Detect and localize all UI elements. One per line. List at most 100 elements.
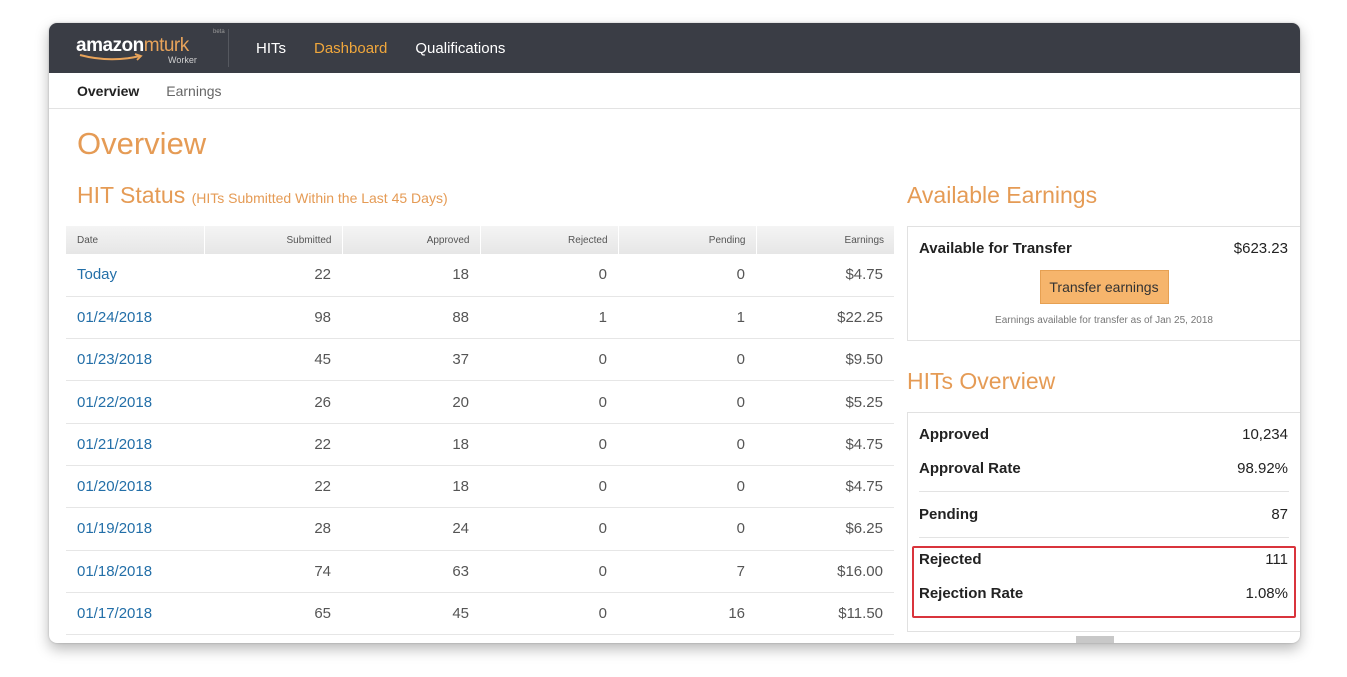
- rejected-cell: 0: [480, 338, 618, 382]
- hit-status-table: Date Submitted Approved Rejected Pending…: [66, 226, 894, 636]
- submitted-cell: 22: [204, 423, 342, 466]
- rejected-cell: 0: [480, 423, 618, 466]
- transfer-earnings-button[interactable]: Transfer earnings: [1039, 270, 1169, 304]
- rejected-cell: 0: [480, 550, 618, 593]
- date-link[interactable]: 01/22/2018: [66, 380, 204, 424]
- column-header-rejected[interactable]: Rejected: [480, 226, 619, 254]
- approved-cell: 37: [342, 338, 480, 382]
- approved-cell: 18: [342, 423, 480, 466]
- earnings-cell: $9.50: [756, 338, 894, 382]
- pending-cell: 7: [618, 550, 756, 593]
- date-link[interactable]: 01/18/2018: [66, 550, 204, 593]
- pending-cell: 0: [618, 338, 756, 382]
- rejected-cell: 0: [480, 380, 618, 424]
- subnav-earnings[interactable]: Earnings: [166, 83, 221, 99]
- table-row: 01/19/2018 28 24 0 0 $6.25: [66, 507, 894, 551]
- table-row: 01/24/2018 98 88 1 1 $22.25: [66, 296, 894, 340]
- rejected-cell: 0: [480, 254, 618, 297]
- pending-label: Pending: [919, 506, 979, 523]
- submitted-cell: 22: [204, 254, 342, 297]
- date-link[interactable]: 01/20/2018: [66, 465, 204, 509]
- pending-cell: 16: [618, 592, 756, 636]
- logo-beta-tag: beta: [213, 29, 225, 35]
- pending-cell: 0: [618, 465, 756, 509]
- hit-status-heading: HIT Status (HITs Submitted Within the La…: [77, 182, 448, 209]
- transfer-note: Earnings available for transfer as of Ja…: [995, 315, 1213, 326]
- rejected-cell: 0: [480, 465, 618, 509]
- earnings-cell: $4.75: [756, 465, 894, 509]
- approved-label: Approved: [919, 426, 990, 443]
- hit-status-title: HIT Status: [77, 182, 186, 208]
- mturk-logo[interactable]: beta amazonmturk Worker: [76, 29, 226, 67]
- approved-cell: 18: [342, 465, 480, 509]
- approval-rate-value: 98.92%: [1237, 460, 1288, 477]
- submitted-cell: 65: [204, 592, 342, 636]
- approved-cell: 88: [342, 296, 480, 340]
- column-header-earnings[interactable]: Earnings: [756, 226, 894, 254]
- date-link[interactable]: Today: [66, 254, 204, 297]
- table-row: 01/18/2018 74 63 0 7 $16.00: [66, 550, 894, 593]
- approved-value: 10,234: [1242, 426, 1288, 443]
- table-row: 01/17/2018 65 45 0 16 $11.50: [66, 592, 894, 636]
- pending-cell: 0: [618, 254, 756, 297]
- hits-overview-title: HITs Overview: [907, 368, 1056, 394]
- hit-status-subtitle: (HITs Submitted Within the Last 45 Days): [191, 190, 448, 206]
- approved-row: Approved 10,234: [908, 426, 1300, 443]
- column-header-date[interactable]: Date: [66, 226, 205, 254]
- approved-cell: 45: [342, 592, 480, 636]
- available-transfer-amount: $623.23: [1233, 240, 1288, 257]
- date-link[interactable]: 01/24/2018: [66, 296, 204, 340]
- table-row: 01/23/2018 45 37 0 0 $9.50: [66, 338, 894, 382]
- available-transfer-row: Available for Transfer $623.23: [908, 240, 1300, 257]
- browser-window: beta amazonmturk Worker HITs Dashboard Q…: [49, 23, 1300, 643]
- table-row: 01/20/2018 22 18 0 0 $4.75: [66, 465, 894, 509]
- approved-cell: 63: [342, 550, 480, 593]
- date-link[interactable]: 01/19/2018: [66, 507, 204, 551]
- date-link[interactable]: 01/23/2018: [66, 338, 204, 382]
- pending-row: Pending 87: [908, 506, 1300, 523]
- rejected-cell: 0: [480, 592, 618, 636]
- approved-cell: 18: [342, 254, 480, 297]
- submitted-cell: 22: [204, 465, 342, 509]
- earnings-cell: $16.00: [756, 550, 894, 593]
- pending-cell: 0: [618, 380, 756, 424]
- nav-dashboard[interactable]: Dashboard: [314, 40, 387, 57]
- rejected-cell: 1: [480, 296, 618, 340]
- approved-cell: 24: [342, 507, 480, 551]
- pending-cell: 0: [618, 507, 756, 551]
- available-earnings-panel: Available for Transfer $623.23 Transfer …: [907, 226, 1300, 341]
- page-title: Overview: [77, 126, 207, 161]
- submitted-cell: 45: [204, 338, 342, 382]
- table-header-row: Date Submitted Approved Rejected Pending…: [66, 226, 894, 254]
- nav-hits[interactable]: HITs: [256, 40, 286, 57]
- date-link[interactable]: 01/21/2018: [66, 423, 204, 466]
- approval-rate-row: Approval Rate 98.92%: [908, 460, 1300, 477]
- table-row: 01/21/2018 22 18 0 0 $4.75: [66, 423, 894, 466]
- column-header-submitted[interactable]: Submitted: [204, 226, 343, 254]
- pending-cell: 1: [618, 296, 756, 340]
- table-row: Today 22 18 0 0 $4.75: [66, 254, 894, 297]
- submitted-cell: 98: [204, 296, 342, 340]
- sub-nav: Overview Earnings: [49, 73, 1300, 109]
- nav-divider: [228, 29, 229, 67]
- date-link[interactable]: 01/17/2018: [66, 592, 204, 636]
- logo-brand-accent: mturk: [143, 35, 190, 56]
- logo-subtitle: Worker: [168, 55, 197, 65]
- column-header-approved[interactable]: Approved: [342, 226, 481, 254]
- amazon-smile-icon: [79, 53, 143, 61]
- available-transfer-label: Available for Transfer: [919, 240, 1072, 257]
- nav-qualifications[interactable]: Qualifications: [415, 40, 505, 57]
- approved-cell: 20: [342, 380, 480, 424]
- earnings-cell: $22.25: [756, 296, 894, 340]
- earnings-cell: $5.25: [756, 380, 894, 424]
- rejection-highlight-box: [912, 546, 1296, 618]
- submitted-cell: 26: [204, 380, 342, 424]
- divider: [919, 491, 1289, 492]
- earnings-cell: $4.75: [756, 423, 894, 466]
- scrollbar-thumb[interactable]: [1076, 636, 1114, 643]
- column-header-pending[interactable]: Pending: [618, 226, 757, 254]
- rejected-cell: 0: [480, 507, 618, 551]
- divider: [919, 537, 1289, 538]
- pending-cell: 0: [618, 423, 756, 466]
- subnav-overview[interactable]: Overview: [77, 83, 139, 99]
